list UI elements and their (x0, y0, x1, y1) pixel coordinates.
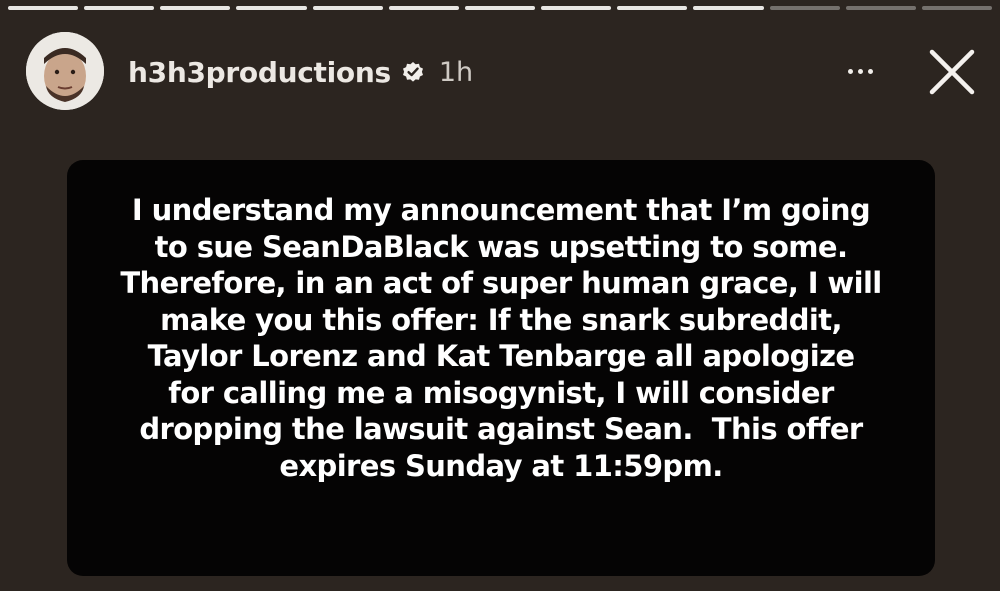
verified-badge-icon (401, 60, 425, 84)
story-text-line: Taylor Lorenz and Kat Tenbarge all apolo… (147, 339, 855, 373)
progress-segment (769, 6, 840, 10)
more-options-icon[interactable] (838, 54, 882, 88)
user-avatar-icon (26, 32, 104, 110)
story-text: I understand my announcement that I’m go… (67, 192, 935, 484)
progress-segment (693, 6, 764, 10)
story-progress-bar (8, 6, 993, 10)
story-text-line: I understand my announcement that I’m go… (131, 193, 871, 227)
progress-segment (312, 6, 383, 10)
progress-segment (388, 6, 459, 10)
story-text-line: to sue SeanDaBlack was upsetting to some… (154, 229, 848, 264)
story-text-line: Therefore, in an act of super human grac… (120, 266, 882, 300)
progress-segment (617, 6, 688, 10)
avatar[interactable] (26, 32, 104, 110)
progress-segment (8, 6, 79, 10)
story-text-line: dropping the lawsuit against Sean. This … (139, 412, 863, 446)
story-header: h3h3productions 1h (128, 50, 473, 94)
progress-segment (845, 6, 916, 10)
progress-segment (464, 6, 536, 10)
story-text-line: expires Sunday at 11:59pm. (279, 448, 723, 483)
username[interactable]: h3h3productions (128, 56, 391, 89)
progress-segment (921, 6, 993, 10)
story-text-line: for calling me a misogynist, I will cons… (168, 375, 834, 410)
post-time: 1h (438, 56, 474, 88)
close-icon[interactable] (926, 46, 978, 98)
progress-segment (236, 6, 307, 10)
progress-segment (541, 6, 612, 10)
progress-segment (160, 6, 231, 10)
progress-segment (84, 6, 155, 10)
story-text-line: make you this offer: If the snark subred… (160, 302, 842, 337)
